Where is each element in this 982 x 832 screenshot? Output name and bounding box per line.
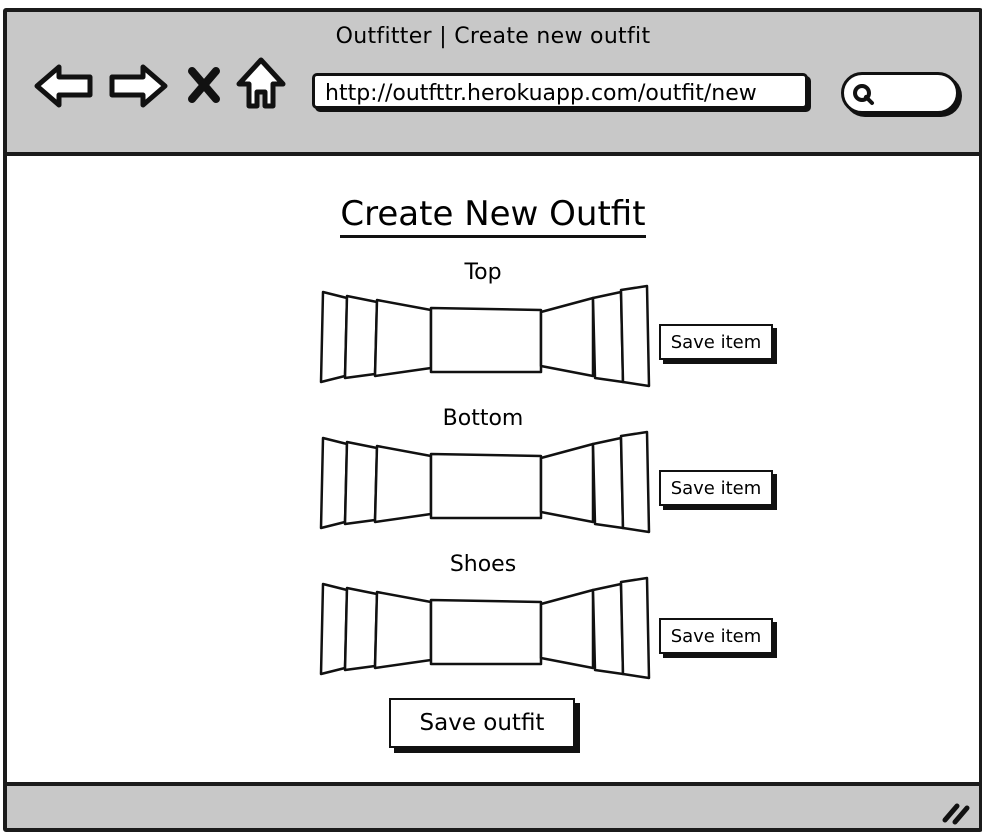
bottom-carousel[interactable] [319, 430, 651, 534]
carousel-center-card[interactable] [429, 452, 543, 520]
status-bar [7, 782, 979, 828]
page-title: Create New Outfit [7, 194, 979, 238]
save-outfit-button[interactable]: Save outfit [389, 698, 575, 748]
save-bottom-item-button[interactable]: Save item [659, 470, 773, 506]
carousel-side-card[interactable] [591, 436, 625, 530]
browser-window: Outfitter | Create new outfit http://out… [3, 8, 982, 832]
carousel-side-card[interactable] [539, 296, 595, 378]
save-top-item-button[interactable]: Save item [659, 324, 773, 360]
carousel-side-card[interactable] [343, 294, 379, 380]
carousel-side-card[interactable] [591, 582, 625, 676]
shoes-carousel[interactable] [319, 576, 651, 680]
back-arrow-icon[interactable] [33, 62, 95, 110]
carousel-side-card[interactable] [319, 436, 349, 530]
search-icon [853, 84, 874, 105]
section-label-top: Top [464, 260, 502, 285]
carousel-side-card[interactable] [619, 430, 651, 534]
section-label-bottom: Bottom [442, 406, 524, 431]
carousel-side-card[interactable] [319, 290, 349, 384]
home-icon[interactable] [235, 56, 287, 112]
carousel-center-card[interactable] [429, 306, 543, 374]
carousel-side-card[interactable] [343, 586, 379, 672]
carousel-side-card[interactable] [591, 290, 625, 384]
url-input[interactable]: http://outfttr.herokuapp.com/outfit/new [312, 73, 808, 109]
carousel-side-card[interactable] [619, 284, 651, 388]
carousel-side-card[interactable] [539, 442, 595, 524]
page-content: Create New Outfit Top Save item Bottom S… [7, 156, 979, 782]
carousel-side-card[interactable] [319, 582, 349, 676]
stop-icon[interactable] [187, 66, 221, 104]
carousel-side-card[interactable] [343, 440, 379, 526]
carousel-side-card[interactable] [373, 590, 433, 670]
carousel-side-card[interactable] [373, 444, 433, 524]
browser-toolbar: Outfitter | Create new outfit http://out… [7, 12, 979, 156]
forward-arrow-icon[interactable] [107, 62, 169, 110]
carousel-center-card[interactable] [429, 598, 543, 666]
save-shoes-item-button[interactable]: Save item [659, 618, 773, 654]
carousel-side-card[interactable] [539, 588, 595, 670]
search-input[interactable] [841, 72, 959, 114]
carousel-side-card[interactable] [373, 298, 433, 378]
carousel-side-card[interactable] [619, 576, 651, 680]
resize-grip-icon[interactable] [939, 794, 973, 826]
top-carousel[interactable] [319, 284, 651, 388]
window-title: Outfitter | Create new outfit [335, 24, 651, 49]
section-label-shoes: Shoes [449, 552, 517, 577]
